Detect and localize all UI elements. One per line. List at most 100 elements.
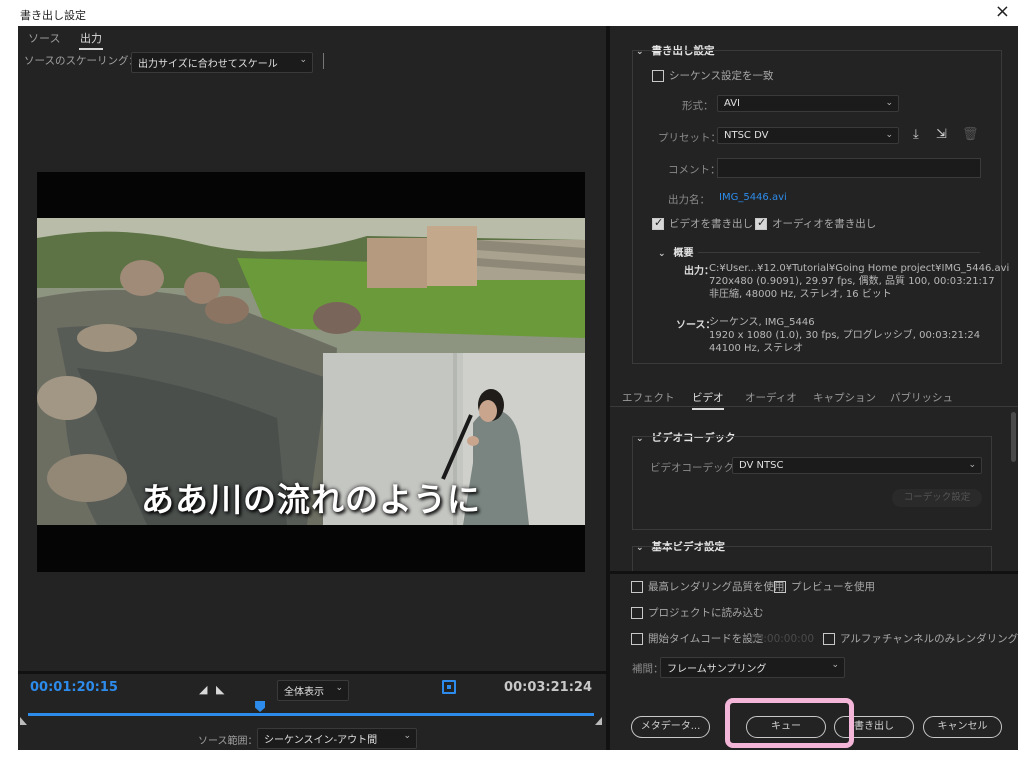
codec-select[interactable]: DV NTSC ⌄ [732, 457, 982, 474]
source-scaling-label: ソースのスケーリング： [24, 55, 139, 67]
source-range-label: ソース範囲： [198, 736, 258, 747]
checkbox-box [652, 216, 664, 230]
tab-audio[interactable]: オーディオ [745, 390, 797, 405]
export-video-label: ビデオを書き出し [669, 218, 753, 230]
chevron-down-icon: ⌄ [831, 660, 839, 670]
export-audio-label: オーディオを書き出し [772, 218, 877, 230]
tab-captions[interactable]: キャプション [813, 390, 876, 405]
divider [323, 53, 324, 69]
close-icon[interactable]: × [995, 2, 1010, 22]
summary-header[interactable]: ⌄ 概要 [658, 244, 694, 259]
divider [698, 252, 980, 253]
checkbox-box [774, 580, 786, 593]
preset-select[interactable]: NTSC DV ⌄ [717, 127, 899, 144]
use-previews-checkbox[interactable]: プレビューを使用 [774, 579, 875, 594]
metadata-button[interactable]: メタデータ... [631, 716, 710, 738]
codec-settings-button[interactable]: コーデック設定 [892, 489, 982, 507]
checkbox-box [631, 606, 643, 619]
video-preview: ああ川の流れのように [37, 172, 585, 572]
tab-video[interactable]: ビデオ [692, 390, 724, 410]
chevron-down-icon: ⌄ [885, 130, 893, 140]
chevron-down-icon: ⌄ [403, 731, 411, 741]
video-caption: ああ川の流れのように [141, 480, 481, 519]
start-timecode-field[interactable]: 00:00:00:00 [750, 633, 814, 645]
video-codec-box [632, 436, 992, 530]
import-project-checkbox[interactable]: プロジェクトに読み込む [631, 605, 764, 620]
preview-tabs: ソース 出力 [18, 26, 606, 50]
format-label: 形式： [682, 100, 714, 112]
checkbox-box [631, 580, 643, 593]
use-previews-label: プレビューを使用 [791, 581, 875, 593]
export-video-checkbox[interactable]: ビデオを書き出し [652, 216, 753, 231]
preset-label: プリセット： [658, 132, 721, 144]
title-bar: 書き出し設定 × [0, 0, 1024, 26]
summary-output-line: 非圧縮, 48000 Hz, ステレオ, 16 ビット [709, 289, 892, 300]
tab-output[interactable]: 出力 [79, 30, 103, 50]
codec-label: ビデオコーデック： [650, 462, 745, 474]
window-title: 書き出し設定 [20, 9, 86, 22]
settings-tabs: エフェクト ビデオ オーディオ キャプション パブリッシュ [610, 386, 1018, 410]
chevron-down-icon: ⌄ [658, 249, 666, 259]
alpha-only-checkbox[interactable]: アルファチャンネルのみレンダリング [823, 631, 1018, 646]
summary-source-line: 1920 x 1080 (1.0), 30 fps, プログレッシブ, 00:0… [709, 330, 981, 341]
start-timecode-checkbox[interactable]: 開始タイムコードを設定 [631, 631, 763, 646]
tab-publish[interactable]: パブリッシュ [890, 390, 953, 405]
alpha-only-label: アルファチャンネルのみレンダリング [840, 633, 1019, 645]
chevron-down-icon: ⌄ [968, 460, 976, 470]
source-range-select[interactable]: シーケンスイン-アウト間 ⌄ [257, 728, 417, 749]
import-project-label: プロジェクトに読み込む [648, 607, 764, 619]
output-name-link[interactable]: IMG_5446.avi [719, 192, 787, 203]
current-timecode[interactable]: 00:01:20:15 [30, 680, 118, 695]
interpolation-value: フレームサンプリング [667, 664, 767, 675]
chevron-down-icon: ⌄ [299, 55, 307, 65]
cancel-button[interactable]: キャンセル [923, 716, 1002, 738]
tab-source[interactable]: ソース [28, 30, 60, 46]
start-timecode-label: 開始タイムコードを設定 [648, 633, 764, 645]
preview-panel: ソース 出力 ソースのスケーリング： 出力サイズに合わせてスケール ⌄ ああ川の… [18, 26, 606, 750]
preset-value: NTSC DV [724, 130, 769, 141]
format-select[interactable]: AVI ⌄ [717, 95, 899, 112]
format-value: AVI [724, 98, 740, 109]
output-name-label: 出力名： [668, 194, 710, 206]
checkbox-box [652, 69, 664, 82]
source-scaling-value: 出力サイズに合わせてスケール [138, 59, 278, 70]
summary-output-line: C:¥User...¥12.0¥Tutorial¥Going Home proj… [709, 263, 1010, 274]
fit-value: 全体表示 [284, 687, 324, 698]
interpolation-label: 補間： [632, 663, 664, 675]
delete-preset-icon[interactable]: 🗑 [962, 127, 979, 142]
basic-video-box [632, 546, 992, 572]
timeline-divider [18, 671, 606, 674]
chevron-down-icon: ⌄ [335, 683, 343, 693]
codec-value: DV NTSC [739, 460, 784, 471]
match-sequence-checkbox[interactable]: シーケンス設定を一致 [652, 68, 773, 83]
max-render-quality-checkbox[interactable]: 最高レンダリング品質を使用 [631, 579, 785, 594]
summary-title: 概要 [673, 248, 694, 259]
mark-out-icon[interactable]: ◣ [216, 683, 224, 696]
scrollbar[interactable] [1011, 412, 1016, 462]
duration-timecode: 00:03:21:24 [504, 680, 592, 695]
summary-output-line: 720x480 (0.9091), 29.97 fps, 偶数, 品質 100,… [709, 276, 995, 287]
tab-effects[interactable]: エフェクト [622, 390, 675, 405]
summary-source-line: 44100 Hz, ステレオ [709, 343, 804, 354]
max-render-quality-label: 最高レンダリング品質を使用 [648, 581, 785, 593]
source-scaling-select[interactable]: 出力サイズに合わせてスケール ⌄ [131, 52, 313, 73]
import-preset-icon[interactable]: ⇲ [936, 127, 947, 142]
mark-in-icon[interactable]: ◢ [199, 683, 207, 696]
checkbox-box [823, 632, 835, 645]
checkbox-box [631, 632, 643, 645]
comment-field[interactable] [717, 158, 981, 178]
divider [610, 406, 1018, 407]
timeline-track[interactable] [28, 713, 594, 716]
out-point-marker[interactable] [595, 717, 602, 725]
options-divider [610, 571, 1018, 574]
interpolation-select[interactable]: フレームサンプリング ⌄ [660, 657, 845, 678]
export-audio-checkbox[interactable]: オーディオを書き出し [755, 216, 876, 231]
chevron-down-icon: ⌄ [885, 98, 893, 108]
fit-select[interactable]: 全体表示 ⌄ [277, 680, 349, 701]
save-preset-icon[interactable]: ⤓ [913, 127, 919, 142]
video-frame: ああ川の流れのように [37, 218, 585, 525]
in-point-marker[interactable] [20, 717, 27, 725]
match-sequence-label: シーケンス設定を一致 [669, 70, 774, 82]
summary-source-line: シーケンス, IMG_5446 [709, 317, 815, 328]
export-frame-icon[interactable] [442, 680, 456, 694]
